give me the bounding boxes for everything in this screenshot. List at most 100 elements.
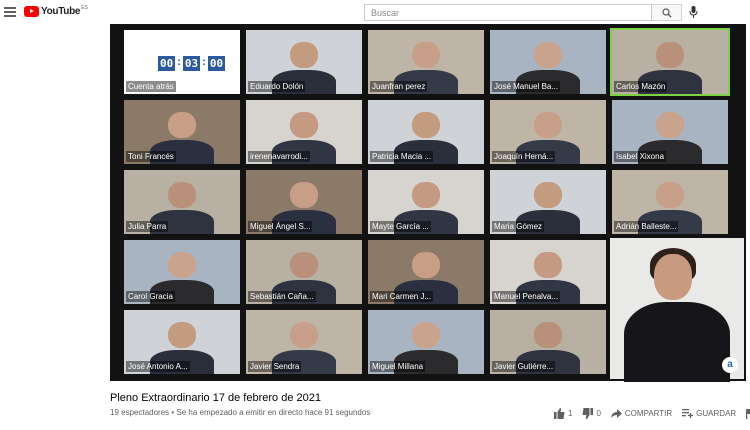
participant-tile: Isabel Xixona — [610, 98, 730, 166]
participant-tile: Javier Sendra — [244, 308, 364, 376]
search-input[interactable]: Buscar — [364, 4, 652, 21]
participant-name: Carol Gracia — [126, 291, 175, 302]
countdown-digits: 00 — [207, 56, 226, 71]
participant-head — [168, 321, 196, 349]
participant-tile: Miguel Millana — [366, 308, 486, 376]
countdown-separator: : — [202, 56, 206, 68]
participant-head — [412, 321, 440, 349]
participant-name: Adrián Balleste... — [614, 221, 679, 232]
participant-tile: Manuel Penalva... — [488, 238, 608, 306]
participant-name: Miguel Ángel S... — [248, 221, 313, 232]
participant-tile: Eduardo Dolón — [244, 28, 364, 96]
share-label: COMPARTIR — [624, 409, 673, 418]
participant-name: Maria Gómez — [492, 221, 545, 232]
countdown-digits: 03 — [182, 56, 201, 71]
video-player[interactable]: a 00:03:00 Cuenta atrás Eduardo Dolón Juanf… — [110, 24, 746, 382]
participant-tile: José Manuel Ba... — [488, 28, 608, 96]
participant-tile: Javier Gutiérre... — [488, 308, 608, 376]
video-meta: 19 espectadores • Se ha empezado a emiti… — [110, 408, 370, 417]
viewer-count: 19 espectadores — [110, 408, 170, 417]
participant-tile: Carlos Mazón — [610, 28, 730, 96]
youtube-play-icon — [24, 6, 39, 17]
interpreter-body — [624, 302, 730, 382]
menu-icon[interactable] — [4, 7, 16, 17]
participant-tile: Toni Francés — [122, 98, 242, 166]
participant-name: Sebastián Caña... — [248, 291, 316, 302]
participant-head — [290, 321, 318, 349]
participant-name: Miguel Millana — [370, 361, 426, 372]
participant-tile: irenenavarrodi... — [244, 98, 364, 166]
dislike-button[interactable]: 0 — [582, 408, 601, 419]
participant-name: Joaquín Herná... — [492, 151, 556, 162]
participant-head — [290, 111, 318, 139]
participant-name: José Antonio A... — [126, 361, 190, 372]
participant-tile: Adrián Balleste... — [610, 168, 730, 236]
participant-tile: Miguel Ángel S... — [244, 168, 364, 236]
thumbs-down-icon — [582, 408, 594, 419]
countdown-separator: : — [177, 56, 181, 68]
flag-icon[interactable] — [746, 408, 750, 419]
participant-name: Eduardo Dolón — [248, 81, 306, 92]
add-to-playlist-icon — [682, 409, 694, 418]
countdown-timer: 00:03:00 — [158, 56, 226, 71]
participant-tile: Juanfran perez — [366, 28, 486, 96]
participant-name: Juanfran perez — [370, 81, 428, 92]
dislike-count: 0 — [596, 409, 601, 418]
participant-head — [534, 321, 562, 349]
thumbs-up-icon — [554, 408, 565, 419]
participant-head — [656, 41, 684, 69]
search-icon — [662, 8, 672, 18]
participant-head — [534, 41, 562, 69]
video-actions: 1 0 COMPARTIR GUARDAR — [554, 408, 750, 419]
participant-head — [290, 181, 318, 209]
participant-tile: Joaquín Herná... — [488, 98, 608, 166]
participant-head — [412, 251, 440, 279]
participant-name: Isabel Xixona — [614, 151, 667, 162]
participant-head — [412, 41, 440, 69]
like-count: 1 — [568, 409, 573, 418]
stream-started: Se ha empezado a emitir en directo hace … — [176, 408, 371, 417]
participant-name: Patricia Macia ... — [370, 151, 434, 162]
participant-name: Cuenta atrás — [126, 81, 176, 92]
participant-name: José Manuel Ba... — [492, 81, 561, 92]
participant-tile: Carol Gracia — [122, 238, 242, 306]
participant-name: Javier Sendra — [248, 361, 302, 372]
participant-head — [168, 251, 196, 279]
participant-tile: Mayte García ... — [366, 168, 486, 236]
participant-name: Manuel Penalva... — [492, 291, 561, 302]
participant-head — [412, 111, 440, 139]
participant-head — [534, 111, 562, 139]
participant-head — [656, 111, 684, 139]
save-button[interactable]: GUARDAR — [682, 409, 736, 418]
mic-icon[interactable] — [689, 6, 698, 18]
countdown-digits: 00 — [158, 56, 176, 71]
participant-tile: Patricia Macia ... — [366, 98, 486, 166]
save-label: GUARDAR — [696, 409, 737, 418]
like-button[interactable]: 1 — [554, 408, 572, 419]
interpreter-head — [654, 254, 692, 300]
participant-tile: 00:03:00 Cuenta atrás — [122, 28, 242, 96]
share-button[interactable]: COMPARTIR — [610, 408, 673, 419]
video-title: Pleno Extraordinario 17 de febrero de 20… — [110, 392, 321, 404]
participant-tile: Julia Parra — [122, 168, 242, 236]
participant-head — [534, 181, 562, 209]
logo-region: ES — [81, 4, 88, 11]
participant-name: Julia Parra — [126, 221, 169, 232]
participant-head — [168, 181, 196, 209]
participant-name: Carlos Mazón — [614, 81, 668, 92]
interpreter-logo: a — [722, 357, 738, 373]
participant-name: Mayte García ... — [370, 221, 431, 232]
participant-name: Javier Gutiérre... — [492, 361, 556, 372]
participant-name: Toni Francés — [126, 151, 176, 162]
participant-head — [290, 251, 318, 279]
participant-name: Mari Carmen J... — [370, 291, 434, 302]
share-icon — [610, 408, 622, 418]
search-button[interactable] — [652, 4, 682, 21]
participant-head — [168, 111, 196, 139]
participant-tile: Mari Carmen J... — [366, 238, 486, 306]
participant-tile: José Antonio A... — [122, 308, 242, 376]
logo-text: YouTube — [41, 6, 81, 17]
participant-head — [290, 41, 318, 69]
youtube-logo[interactable]: YouTube ES — [24, 4, 88, 17]
sign-language-interpreter: a — [610, 238, 744, 382]
